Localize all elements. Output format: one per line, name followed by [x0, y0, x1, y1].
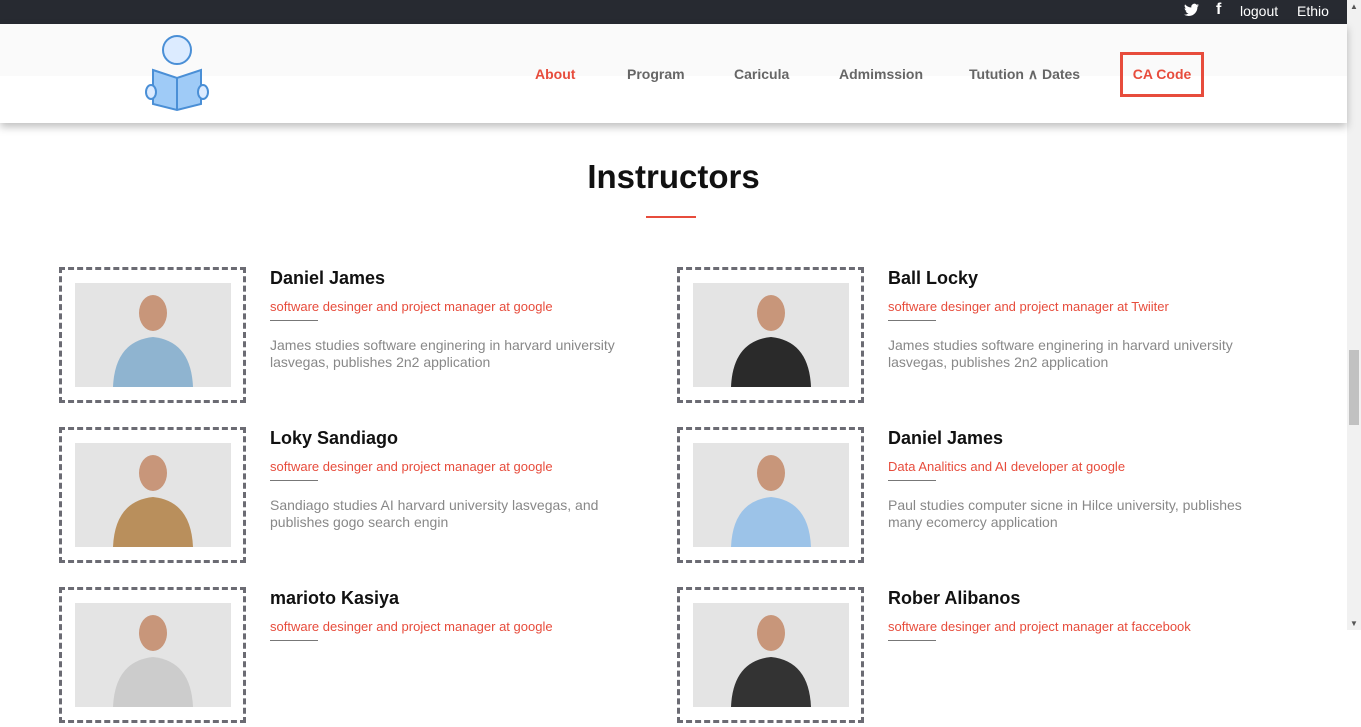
- instructor-role: software desinger and project manager at…: [270, 299, 553, 314]
- nav-tuition-dates[interactable]: Tutution ∧ Dates: [969, 66, 1080, 83]
- instructor-bio: Paul studies computer sicne in Hilce uni…: [888, 497, 1242, 530]
- nav-about[interactable]: About: [535, 66, 575, 82]
- nav-program[interactable]: Program: [627, 66, 685, 82]
- instructor-photo: [693, 443, 849, 547]
- instructor-name: Daniel James: [888, 428, 1004, 448]
- ca-code-button[interactable]: CA Code: [1120, 52, 1204, 97]
- nav-caricula[interactable]: Caricula: [734, 66, 789, 82]
- instructor-name: Rober Alibanos: [888, 588, 1021, 608]
- photo-frame: [677, 427, 864, 563]
- photo-frame: [59, 427, 246, 563]
- top-bar: f logout Ethio: [0, 0, 1347, 24]
- instructor-card: Loky Sandiago software desinger and proj…: [59, 427, 619, 567]
- scrollbar[interactable]: ▲ ▼: [1347, 0, 1361, 630]
- instructor-name: Daniel James: [270, 268, 386, 288]
- site-header: About Program Caricula Admimssion Tututi…: [0, 24, 1347, 123]
- instructor-photo: [693, 283, 849, 387]
- instructor-bio: Sandiago studies AI harvard university l…: [270, 497, 599, 530]
- language-link[interactable]: Ethio: [1297, 3, 1329, 19]
- photo-frame: [677, 267, 864, 403]
- instructor-card: Ball Locky software desinger and project…: [677, 267, 1237, 407]
- instructor-role: software desinger and project manager at…: [888, 299, 1169, 314]
- photo-frame: [677, 587, 864, 723]
- instructor-name: marioto Kasiya: [270, 588, 400, 608]
- section-title: Instructors: [587, 158, 760, 195]
- divider: [270, 480, 318, 481]
- instructor-name: Ball Locky: [888, 268, 979, 288]
- logout-link[interactable]: logout: [1240, 3, 1278, 19]
- instructor-card: Daniel James Data Analitics and AI devel…: [677, 427, 1242, 567]
- instructor-role: software desinger and project manager at…: [888, 619, 1191, 634]
- scrollbar-thumb[interactable]: [1349, 350, 1359, 425]
- instructor-role: Data Analitics and AI developer at googl…: [888, 459, 1126, 474]
- divider: [270, 320, 318, 321]
- photo-frame: [59, 267, 246, 403]
- twitter-icon[interactable]: [1184, 3, 1199, 20]
- divider: [888, 640, 936, 641]
- instructor-photo: [75, 603, 231, 707]
- instructor-role: software desinger and project manager at…: [270, 619, 553, 634]
- divider: [270, 640, 318, 641]
- instructor-bio: James studies software enginering in har…: [270, 337, 615, 370]
- facebook-icon[interactable]: f: [1216, 1, 1221, 19]
- instructor-photo: [693, 603, 849, 707]
- nav-admission[interactable]: Admimssion: [839, 66, 923, 82]
- instructor-card: Daniel James software desinger and proje…: [59, 267, 619, 407]
- instructor-bio: James studies software enginering in har…: [888, 337, 1233, 370]
- photo-frame: [59, 587, 246, 723]
- scroll-up-icon[interactable]: ▲: [1350, 2, 1358, 11]
- instructor-photo: [75, 283, 231, 387]
- instructor-card: marioto Kasiya software desinger and pro…: [59, 587, 619, 727]
- divider: [888, 320, 936, 321]
- instructor-photo: [75, 443, 231, 547]
- title-underline: [646, 216, 696, 218]
- divider: [888, 480, 936, 481]
- logo[interactable]: [144, 34, 210, 112]
- instructor-card: Rober Alibanos software desinger and pro…: [677, 587, 1237, 727]
- scroll-down-icon[interactable]: ▼: [1350, 619, 1358, 628]
- instructor-role: software desinger and project manager at…: [270, 459, 553, 474]
- instructor-name: Loky Sandiago: [270, 428, 399, 448]
